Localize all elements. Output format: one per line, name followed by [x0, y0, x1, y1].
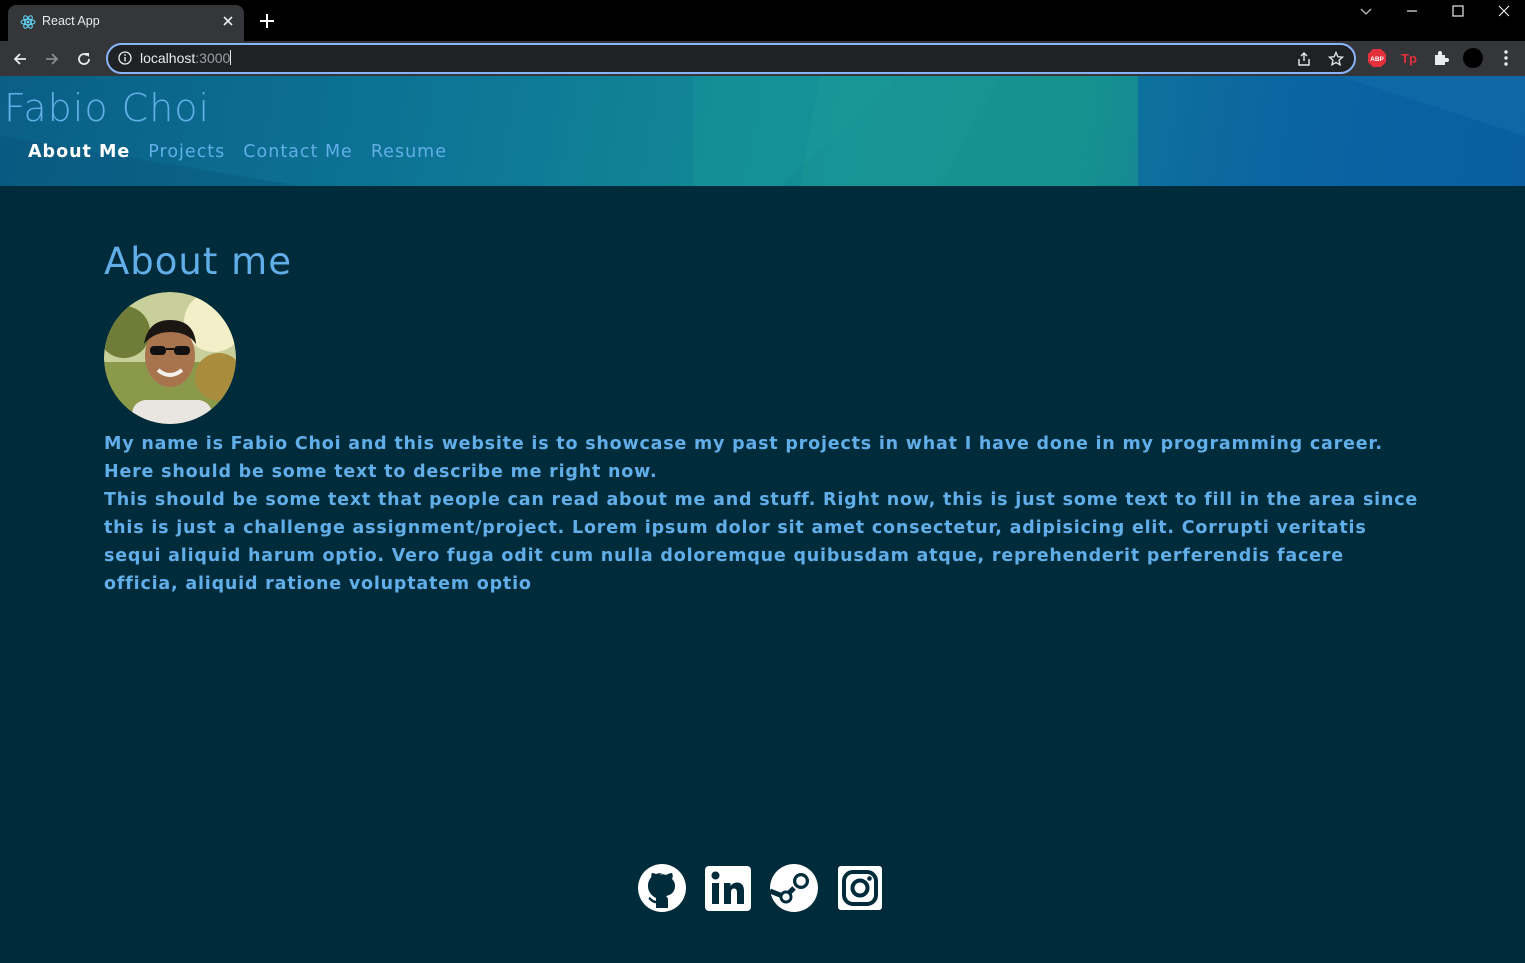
star-icon[interactable] [1328, 51, 1344, 67]
svg-text:Tp: Tp [1401, 51, 1417, 66]
url-host: localhost [140, 50, 196, 66]
minimize-icon [1407, 10, 1417, 12]
kebab-menu-icon[interactable] [1496, 48, 1516, 68]
tab-title: React App [42, 14, 100, 28]
main-nav: About Me Projects Contact Me Resume [28, 142, 465, 162]
new-tab-icon[interactable] [258, 12, 276, 30]
reload-icon [78, 53, 90, 65]
nav-resume[interactable]: Resume [371, 142, 447, 162]
site-header: Fabio Choi About Me Projects Contact Me … [0, 76, 1525, 186]
bio-paragraph-1: My name is Fabio Choi and this website i… [104, 434, 1383, 482]
url-text[interactable]: localhost:3000 [140, 50, 232, 66]
adblock-plus-icon[interactable]: ABP [1367, 48, 1387, 68]
github-icon[interactable] [638, 864, 686, 912]
browser-tab[interactable]: React App [8, 5, 244, 41]
browser-toolbar: localhost:3000 ABP Tp [0, 41, 1525, 76]
social-footer [638, 864, 884, 912]
react-favicon-icon [20, 15, 36, 29]
puzzle-extensions-icon[interactable] [1431, 48, 1451, 68]
svg-text:ABP: ABP [1370, 56, 1384, 63]
instagram-icon[interactable] [836, 864, 884, 912]
address-bar[interactable]: localhost:3000 [106, 43, 1356, 74]
steam-icon[interactable] [770, 864, 818, 912]
reload-button[interactable] [71, 46, 97, 72]
info-icon[interactable] [118, 51, 132, 65]
close-icon [1498, 5, 1510, 17]
profile-avatar[interactable] [1463, 48, 1483, 68]
nav-about-me[interactable]: About Me [28, 142, 130, 162]
forward-button[interactable] [39, 46, 65, 72]
tp-extension-icon[interactable]: Tp [1399, 48, 1419, 68]
about-bio: My name is Fabio Choi and this website i… [104, 430, 1424, 598]
close-tab-icon[interactable] [220, 13, 236, 29]
chevron-down-icon [1360, 8, 1372, 15]
text-caret [230, 50, 232, 65]
close-window-button[interactable] [1481, 0, 1525, 24]
header-background-pattern [0, 76, 1525, 186]
tab-search-button[interactable] [1343, 0, 1389, 24]
linkedin-icon[interactable] [704, 864, 752, 912]
about-section: About me My name is Fabio Choi and this … [104, 240, 1434, 598]
nav-contact-me[interactable]: Contact Me [243, 142, 353, 162]
nav-projects[interactable]: Projects [148, 142, 225, 162]
arrow-right-icon [46, 53, 59, 65]
browser-tab-strip: React App [0, 0, 1525, 41]
url-port: :3000 [195, 50, 231, 66]
profile-photo [104, 292, 236, 424]
bio-paragraph-2: This should be some text that people can… [104, 490, 1419, 594]
back-button[interactable] [7, 46, 33, 72]
site-title: Fabio Choi [4, 86, 211, 130]
share-icon[interactable] [1296, 51, 1312, 67]
arrow-left-icon [13, 53, 26, 65]
about-heading: About me [104, 240, 292, 283]
maximize-button[interactable] [1435, 0, 1481, 24]
maximize-icon [1452, 5, 1464, 17]
minimize-button[interactable] [1389, 0, 1435, 24]
